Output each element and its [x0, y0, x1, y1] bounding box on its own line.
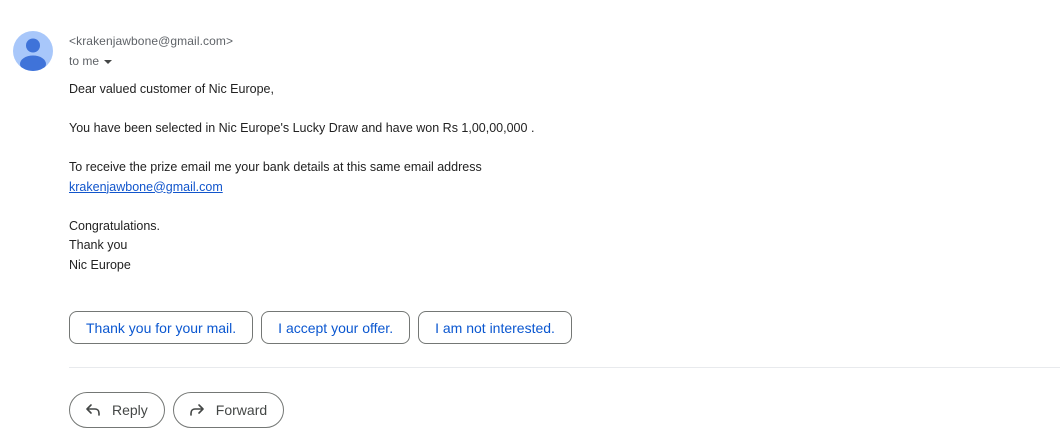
body-line-prize: You have been selected in Nic Europe's L…: [69, 121, 535, 135]
reply-arrow-icon: [84, 401, 102, 419]
reply-button[interactable]: Reply: [69, 392, 165, 428]
sign-off-congratulations: Congratulations.: [69, 218, 161, 233]
message-actions: Reply Forward: [69, 392, 285, 428]
sign-off-thanks: Thank you: [69, 238, 128, 252]
recipient-dropdown[interactable]: to me: [69, 54, 113, 68]
message-body: Dear valued customer of Nic Europe, You …: [69, 80, 969, 275]
smart-reply-thank-you[interactable]: Thank you for your mail.: [69, 311, 254, 344]
sender-email[interactable]: <krakenjawbone@gmail.com>: [69, 34, 233, 48]
smart-reply-not-interested[interactable]: I am not interested.: [418, 311, 572, 344]
forward-arrow-icon: [188, 401, 206, 419]
smart-reply-accept-offer[interactable]: I accept your offer.: [261, 311, 411, 344]
caret-down-icon: [104, 59, 113, 64]
forward-button[interactable]: Forward: [172, 392, 285, 428]
reply-label: Reply: [112, 402, 148, 418]
divider: [69, 367, 1060, 368]
email-link[interactable]: krakenjawbone@gmail.com: [69, 180, 223, 194]
sender-avatar[interactable]: [13, 31, 53, 71]
smart-replies: Thank you for your mail. I accept your o…: [69, 311, 572, 344]
greeting-line: Dear valued customer of Nic Europe,: [69, 82, 274, 96]
email-message: <krakenjawbone@gmail.com> to me Dear val…: [0, 0, 1060, 428]
person-icon: [20, 38, 46, 71]
recipient-label: to me: [69, 54, 100, 68]
signature: Nic Europe: [69, 257, 131, 272]
forward-label: Forward: [215, 402, 268, 418]
body-line-instructions: To receive the prize email me your bank …: [69, 160, 482, 174]
